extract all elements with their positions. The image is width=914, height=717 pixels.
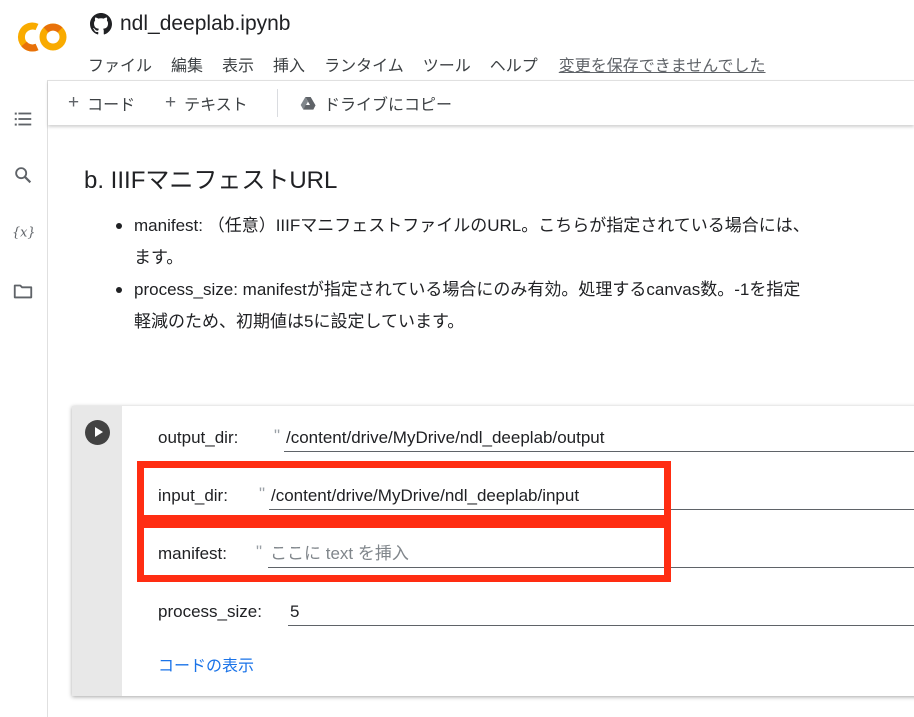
- menu-bar: ファイル 編集 表示 挿入 ランタイム ツール ヘルプ 変更を保存できませんでし…: [88, 52, 785, 76]
- bullet-text: process_size: manifestが指定されている場合にのみ有効。処理…: [134, 280, 801, 299]
- input-dir-highlight: [137, 461, 671, 522]
- header: ndl_deeplab.ipynb ファイル 編集 表示 挿入 ランタイム ツー…: [0, 0, 914, 80]
- drive-icon: [300, 97, 316, 110]
- menu-edit[interactable]: 編集: [171, 52, 203, 76]
- notebook-title[interactable]: ndl_deeplab.ipynb: [120, 12, 290, 36]
- toolbar-divider: [277, 89, 278, 117]
- bullet-continuation: ます。: [134, 248, 184, 267]
- play-icon[interactable]: [85, 420, 110, 445]
- notebook-toolbar: + コード + テキスト ドライブにコピー: [48, 80, 914, 125]
- show-code-link[interactable]: コードの表示: [158, 652, 254, 676]
- menu-file[interactable]: ファイル: [88, 52, 152, 76]
- quote-marker: ": [274, 426, 281, 445]
- menu-view[interactable]: 表示: [222, 52, 254, 76]
- title-row: ndl_deeplab.ipynb: [90, 12, 290, 36]
- menu-runtime[interactable]: ランタイム: [324, 52, 404, 76]
- folder-icon[interactable]: [12, 280, 34, 302]
- process-size-field[interactable]: 5: [288, 598, 914, 626]
- variables-icon[interactable]: {x}: [12, 221, 34, 243]
- colab-logo-icon[interactable]: [16, 20, 68, 54]
- plus-icon: +: [68, 92, 80, 113]
- menu-tools[interactable]: ツール: [423, 52, 471, 76]
- add-text-button[interactable]: + テキスト: [165, 91, 248, 115]
- list-item: process_size: manifestが指定されている場合にのみ有効。処理…: [110, 274, 914, 306]
- output-dir-field[interactable]: /content/drive/MyDrive/ndl_deeplab/outpu…: [284, 424, 914, 452]
- add-code-button[interactable]: + コード: [68, 91, 135, 115]
- toc-icon[interactable]: [12, 108, 34, 130]
- plus-icon: +: [165, 92, 177, 113]
- section-heading: b. IIIFマニフェストURL: [84, 167, 338, 194]
- add-code-label: コード: [87, 97, 136, 114]
- github-icon[interactable]: [90, 13, 112, 35]
- menu-help[interactable]: ヘルプ: [490, 52, 538, 76]
- bullet-continuation: 軽減のため、初期値は5に設定しています。: [134, 312, 465, 331]
- left-sidebar: {x}: [0, 80, 48, 717]
- add-text-label: テキスト: [184, 97, 248, 114]
- process-size-row: process_size: 5: [158, 594, 914, 630]
- bullet-text: manifest: （任意）IIIFマニフェストファイルのURL。こちらが指定さ…: [134, 216, 810, 235]
- list-item: manifest: （任意）IIIFマニフェストファイルのURL。こちらが指定さ…: [110, 210, 914, 242]
- manifest-highlight: [137, 521, 671, 582]
- output-dir-row: output_dir: " /content/drive/MyDrive/ndl…: [158, 420, 914, 456]
- menu-insert[interactable]: 挿入: [273, 52, 305, 76]
- copy-to-drive-button[interactable]: ドライブにコピー: [300, 91, 452, 115]
- unsaved-notice-link[interactable]: 変更を保存できませんでした: [559, 52, 766, 76]
- svg-text:{x}: {x}: [12, 226, 34, 241]
- bullet-list: manifest: （任意）IIIFマニフェストファイルのURL。こちらが指定さ…: [110, 210, 914, 338]
- process-size-label: process_size:: [158, 602, 262, 621]
- search-icon[interactable]: [12, 164, 34, 186]
- output-dir-label: output_dir:: [158, 428, 239, 447]
- copy-to-drive-label: ドライブにコピー: [324, 97, 453, 114]
- cell-gutter: [72, 406, 122, 696]
